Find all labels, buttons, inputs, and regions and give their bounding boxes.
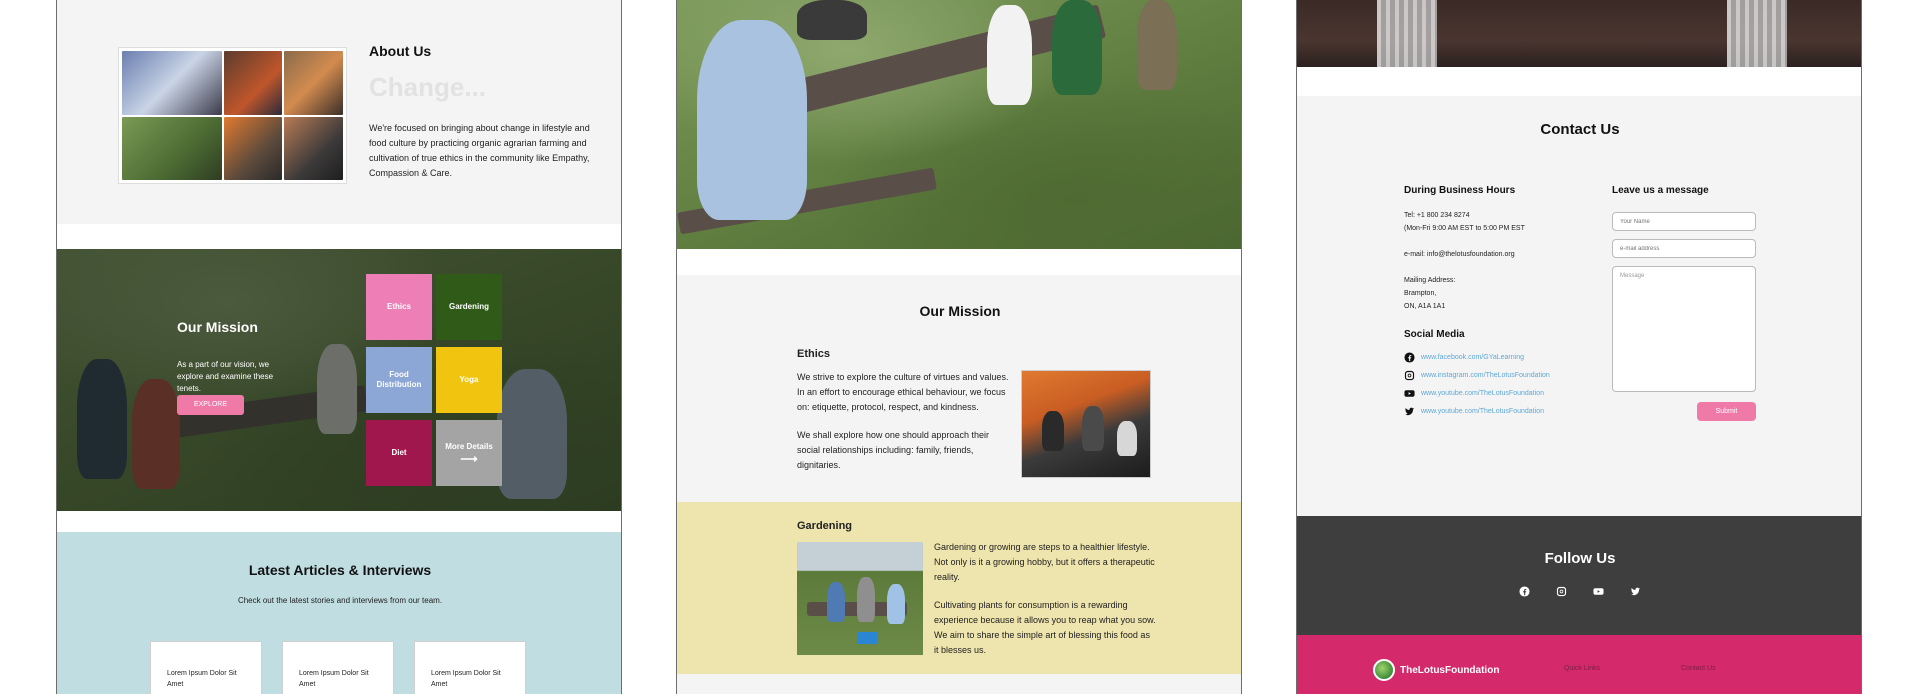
mission-section: Our Mission Ethics We strive to explore … <box>677 275 1241 502</box>
facebook-icon <box>1404 352 1415 363</box>
footer-quick-links[interactable]: Quick Links <box>1564 665 1600 672</box>
tile-label: More Details <box>445 442 493 451</box>
gardening-paragraph: Gardening or growing are steps to a heal… <box>934 542 1155 582</box>
tile-yoga[interactable]: Yoga <box>436 347 502 413</box>
email-text: e-mail: info@thelotusfoundation.org <box>1404 251 1515 258</box>
message-textarea[interactable]: Message <box>1612 266 1756 392</box>
facebook-icon[interactable] <box>1519 586 1530 597</box>
name-input[interactable] <box>1612 212 1756 231</box>
message-form-heading: Leave us a message <box>1612 185 1709 196</box>
tile-more-details[interactable]: More Details ⟶ <box>436 420 502 486</box>
twitter-icon[interactable] <box>1630 586 1641 597</box>
hours-text: (Mon-Fri 9:00 AM EST to 5:00 PM EST <box>1404 225 1525 232</box>
social-link-twitter[interactable]: www.youtube.com/TheLotusFoundation <box>1404 406 1544 417</box>
mission-text: As a part of our vision, we explore and … <box>177 360 274 393</box>
mission-title: Our Mission <box>919 303 1001 319</box>
instagram-icon <box>1404 370 1415 381</box>
site-footer: TheLotusFoundation Quick Links Contact U… <box>1297 635 1861 694</box>
submit-button[interactable]: Submit <box>1697 402 1756 421</box>
page-panel-mission: Our Mission Ethics We strive to explore … <box>676 0 1242 694</box>
about-headline: Change... <box>369 72 487 102</box>
mission-banner: Our Mission As a part of our vision, we … <box>57 249 621 511</box>
social-link-text: www.instagram.com/TheLotusFoundation <box>1421 372 1550 379</box>
article-card[interactable]: Lorem Ipsum Dolor Sit Amet <box>282 641 394 694</box>
address-city: Brampton, <box>1404 290 1437 297</box>
ethics-paragraph: We strive to explore the culture of virt… <box>797 372 1009 412</box>
logo-text: TheLotusFoundation <box>1400 664 1500 676</box>
about-collage-image <box>118 47 347 184</box>
contact-section: Contact Us During Business Hours Tel: +1… <box>1297 96 1861 516</box>
about-title: About Us <box>369 43 432 59</box>
article-card[interactable]: Lorem Ipsum Dolor Sit Amet <box>414 641 526 694</box>
section-strip <box>677 674 1241 694</box>
gardening-heading: Gardening <box>797 520 853 532</box>
social-link-facebook[interactable]: www.facebook.com/GYaLearning <box>1404 352 1524 363</box>
articles-subtitle: Check out the latest stories and intervi… <box>237 596 443 605</box>
tile-label: Ethics <box>386 302 411 311</box>
follow-icons <box>1297 586 1861 597</box>
social-link-text: www.facebook.com/GYaLearning <box>1421 354 1524 361</box>
tile-label: Gardening <box>448 302 489 311</box>
youtube-icon <box>1404 390 1415 397</box>
ethics-paragraph: We shall explore how one should approach… <box>797 430 989 470</box>
social-media-heading: Social Media <box>1404 329 1465 340</box>
footer-contact-us[interactable]: Contact Us <box>1681 665 1716 672</box>
tile-label: Food Distribution <box>376 370 422 389</box>
instagram-icon[interactable] <box>1556 586 1567 597</box>
gardening-paragraph: Cultivating plants for consumption is a … <box>934 600 1156 655</box>
social-link-instagram[interactable]: www.instagram.com/TheLotusFoundation <box>1404 370 1550 381</box>
tile-label: Diet <box>391 448 407 457</box>
gardening-photo <box>797 542 923 655</box>
mailing-address-label: Mailing Address: <box>1404 277 1456 284</box>
top-photo <box>1297 0 1861 67</box>
article-card-title: Lorem Ipsum Dolor Sit Amet <box>167 670 237 688</box>
follow-section: Follow Us <box>1297 516 1861 635</box>
article-card-title: Lorem Ipsum Dolor Sit Amet <box>299 670 369 688</box>
page-panel-contact: Contact Us During Business Hours Tel: +1… <box>1296 0 1862 694</box>
twitter-icon <box>1404 407 1415 416</box>
tile-food-distribution[interactable]: Food Distribution <box>366 347 432 413</box>
mission-title: Our Mission <box>177 319 258 335</box>
tile-label: Yoga <box>459 375 479 384</box>
contact-title: Contact Us <box>1540 121 1620 138</box>
about-section: About Us Change... We're focused on brin… <box>57 0 621 224</box>
footer-logo[interactable]: TheLotusFoundation <box>1373 659 1499 681</box>
gardening-section: Gardening Gardening or growing are steps… <box>677 502 1241 674</box>
address-postal: ON, A1A 1A1 <box>1404 303 1446 310</box>
email-input[interactable] <box>1612 239 1756 258</box>
about-text: We're focused on bringing about change i… <box>369 123 590 178</box>
articles-title: Latest Articles & Interviews <box>248 562 432 578</box>
tile-diet[interactable]: Diet <box>366 420 432 486</box>
youtube-icon[interactable] <box>1593 586 1604 597</box>
follow-title: Follow Us <box>1544 550 1616 567</box>
article-card-title: Lorem Ipsum Dolor Sit Amet <box>431 670 501 688</box>
articles-section: Latest Articles & Interviews Check out t… <box>57 532 621 694</box>
social-link-text: www.youtube.com/TheLotusFoundation <box>1421 408 1544 415</box>
business-hours-heading: During Business Hours <box>1404 185 1516 196</box>
ethics-heading: Ethics <box>797 348 831 360</box>
article-card[interactable]: Lorem Ipsum Dolor Sit Amet <box>150 641 262 694</box>
arrow-right-icon: ⟶ <box>460 452 478 466</box>
social-link-youtube[interactable]: www.youtube.com/TheLotusFoundation <box>1404 388 1544 399</box>
ethics-photo <box>1021 370 1151 478</box>
page-panel-home: About Us Change... We're focused on brin… <box>56 0 622 694</box>
social-link-text: www.youtube.com/TheLotusFoundation <box>1421 390 1544 397</box>
phone-text: Tel: +1 800 234 8274 <box>1404 212 1470 219</box>
tile-gardening[interactable]: Gardening <box>436 274 502 340</box>
lotus-logo-icon <box>1373 659 1395 681</box>
explore-button[interactable]: EXPLORE <box>177 395 244 415</box>
hero-photo <box>677 0 1241 249</box>
tile-ethics[interactable]: Ethics <box>366 274 432 340</box>
